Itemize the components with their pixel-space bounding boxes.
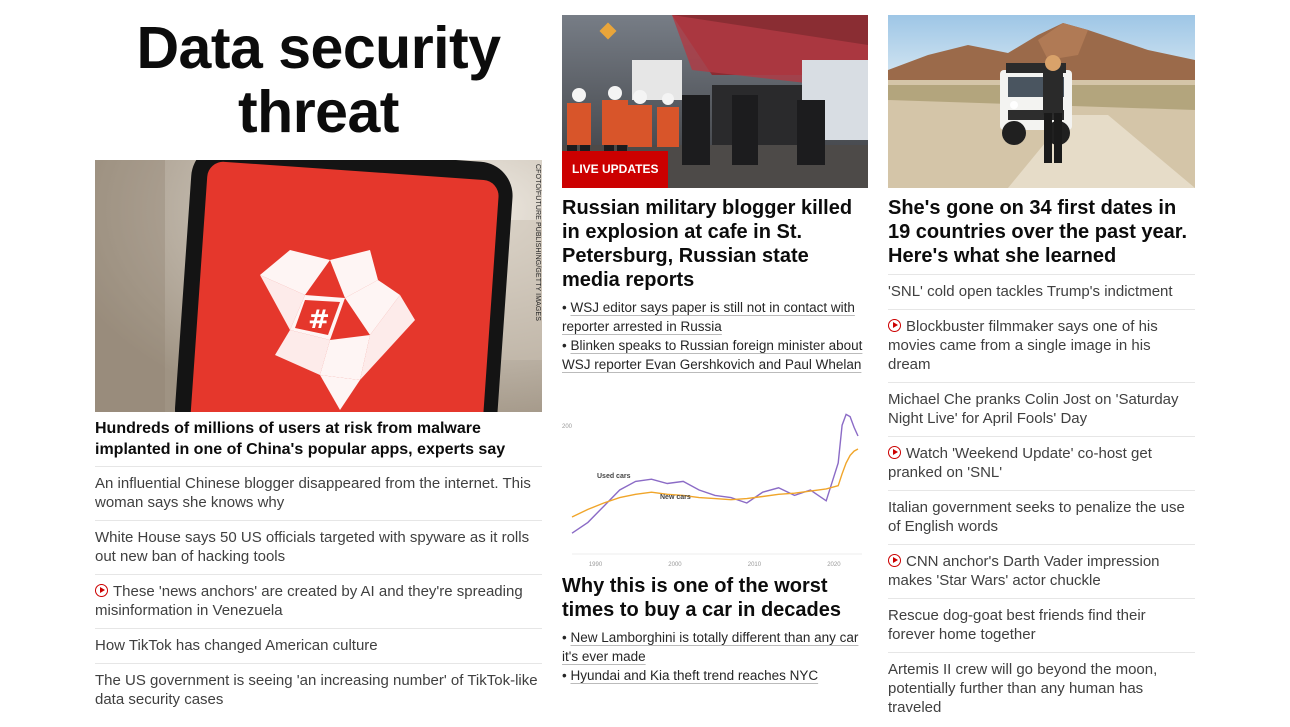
photo-credit: CFOTO/FUTURE PUBLISHING/GETTY IMAGES — [534, 164, 541, 321]
svg-text:#: # — [308, 305, 330, 335]
chart-svg: 200 1990 2000 2010 2020 Used cars New cars — [562, 413, 862, 568]
x-tick-label: 1990 — [589, 562, 603, 568]
car-headline[interactable]: Why this is one of the worst times to bu… — [562, 574, 868, 622]
car-prices-chart[interactable]: 200 1990 2000 2010 2020 Used cars New cars — [562, 394, 868, 569]
live-updates-badge[interactable]: LIVE UPDATES — [562, 151, 669, 188]
bullet-text: Blinken speaks to Russian foreign minist… — [562, 338, 863, 372]
right-link-item[interactable]: Artemis II crew will go beyond the moon,… — [888, 652, 1195, 725]
bullet-link[interactable]: • WSJ editor says paper is still not in … — [562, 298, 868, 336]
play-video-icon — [95, 584, 108, 597]
right-link-text: Watch 'Weekend Update' co-host get prank… — [888, 445, 1152, 481]
x-tick-label: 2000 — [668, 562, 682, 568]
related-link-item[interactable]: The US government is seeing 'an increasi… — [95, 663, 542, 717]
car-related-bullets: • New Lamborghini is totally different t… — [562, 628, 868, 685]
dating-headline[interactable]: She's gone on 34 first dates in 19 count… — [888, 196, 1195, 268]
right-link-item[interactable]: Italian government seeks to penalize the… — [888, 490, 1195, 544]
play-video-icon — [888, 446, 901, 459]
related-link-text: How TikTok has changed American culture — [95, 637, 378, 654]
bullet-link[interactable]: • Blinken speaks to Russian foreign mini… — [562, 336, 868, 374]
section-title[interactable]: Data security threat — [95, 15, 542, 160]
related-link-item[interactable]: How TikTok has changed American culture — [95, 628, 542, 663]
related-link-text: White House says 50 US officials targete… — [95, 529, 530, 565]
right-link-item[interactable]: Blockbuster filmmaker says one of his mo… — [888, 309, 1195, 382]
x-tick-label: 2020 — [827, 562, 841, 568]
play-video-icon — [888, 319, 901, 332]
y-tick-label: 200 — [562, 424, 573, 430]
x-tick-label: 2010 — [748, 562, 762, 568]
travel-image[interactable] — [888, 15, 1195, 188]
phone-app-illustration: # — [95, 160, 542, 412]
cafe-explosion-image[interactable]: LIVE UPDATES — [562, 15, 868, 188]
bullet-link[interactable]: • New Lamborghini is totally different t… — [562, 628, 868, 666]
lead-story-column: Data security threat # CFOTO/FUTURE PUBL… — [95, 15, 542, 717]
right-link-text: Italian government seeks to penalize the… — [888, 499, 1185, 535]
lead-headline[interactable]: Hundreds of millions of users at risk fr… — [95, 418, 542, 460]
right-link-text: Blockbuster filmmaker says one of his mo… — [888, 318, 1158, 373]
related-link-item[interactable]: An influential Chinese blogger disappear… — [95, 466, 542, 520]
right-column: She's gone on 34 first dates in 19 count… — [888, 15, 1195, 725]
right-related-links: 'SNL' cold open tackles Trump's indictme… — [888, 274, 1195, 725]
right-link-item[interactable]: Michael Che pranks Colin Jost on 'Saturd… — [888, 382, 1195, 436]
right-link-text: Michael Che pranks Colin Jost on 'Saturd… — [888, 391, 1179, 427]
related-link-text: These 'news anchors' are created by AI a… — [95, 583, 523, 619]
blogger-related-bullets: • WSJ editor says paper is still not in … — [562, 298, 868, 374]
right-link-text: 'SNL' cold open tackles Trump's indictme… — [888, 283, 1173, 300]
right-link-text: CNN anchor's Darth Vader impression make… — [888, 553, 1160, 589]
bullet-text: WSJ editor says paper is still not in co… — [562, 300, 855, 334]
right-link-item[interactable]: Watch 'Weekend Update' co-host get prank… — [888, 436, 1195, 490]
right-link-item[interactable]: CNN anchor's Darth Vader impression make… — [888, 544, 1195, 598]
related-link-text: An influential Chinese blogger disappear… — [95, 475, 531, 511]
bullet-text: New Lamborghini is totally different tha… — [562, 630, 859, 664]
right-link-text: Rescue dog-goat best friends find their … — [888, 607, 1146, 643]
right-link-text: Artemis II crew will go beyond the moon,… — [888, 661, 1158, 716]
related-link-item[interactable]: White House says 50 US officials targete… — [95, 520, 542, 574]
related-link-text: The US government is seeing 'an increasi… — [95, 672, 538, 708]
middle-column: LIVE UPDATES Russian military blogger ki… — [562, 15, 868, 685]
desert-jeep-photo — [888, 15, 1195, 188]
related-link-item[interactable]: These 'news anchors' are created by AI a… — [95, 574, 542, 628]
blogger-headline[interactable]: Russian military blogger killed in explo… — [562, 196, 868, 292]
play-video-icon — [888, 554, 901, 567]
related-links: An influential Chinese blogger disappear… — [95, 466, 542, 717]
hero-image[interactable]: # CFOTO/FUTURE PUBLISHING/GETTY IMAGES — [95, 160, 542, 412]
right-link-item[interactable]: Rescue dog-goat best friends find their … — [888, 598, 1195, 652]
series-label: Used cars — [597, 473, 631, 480]
series-label: New cars — [660, 494, 691, 501]
right-link-item[interactable]: 'SNL' cold open tackles Trump's indictme… — [888, 274, 1195, 309]
series-line-new-cars — [571, 448, 859, 518]
bullet-link[interactable]: • Hyundai and Kia theft trend reaches NY… — [562, 666, 868, 685]
bullet-text: Hyundai and Kia theft trend reaches NYC — [570, 668, 819, 683]
